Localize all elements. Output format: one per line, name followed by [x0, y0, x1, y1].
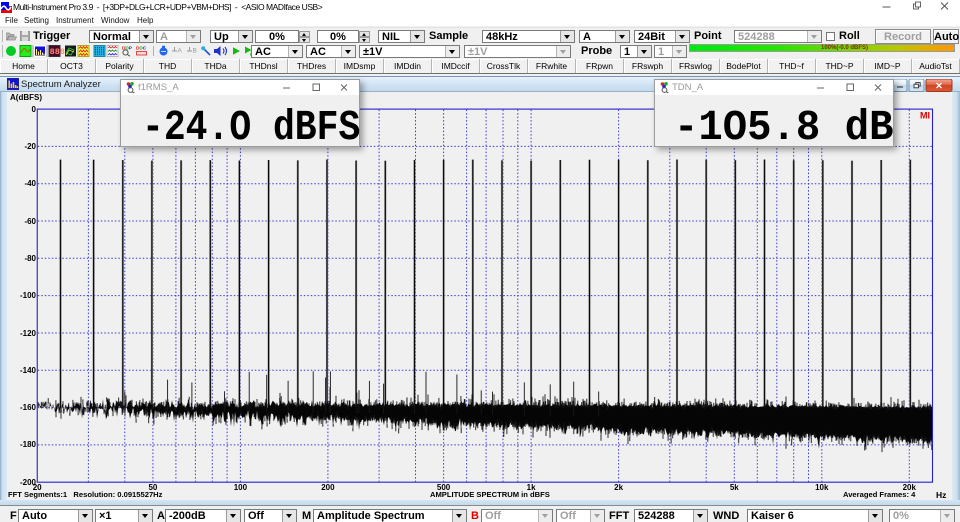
svg-text:888: 888 [50, 47, 65, 57]
svg-text:A: A [178, 48, 183, 55]
svg-text:B: B [193, 48, 197, 55]
svg-text:C: C [143, 46, 147, 52]
svg-text:P: P [129, 46, 133, 52]
